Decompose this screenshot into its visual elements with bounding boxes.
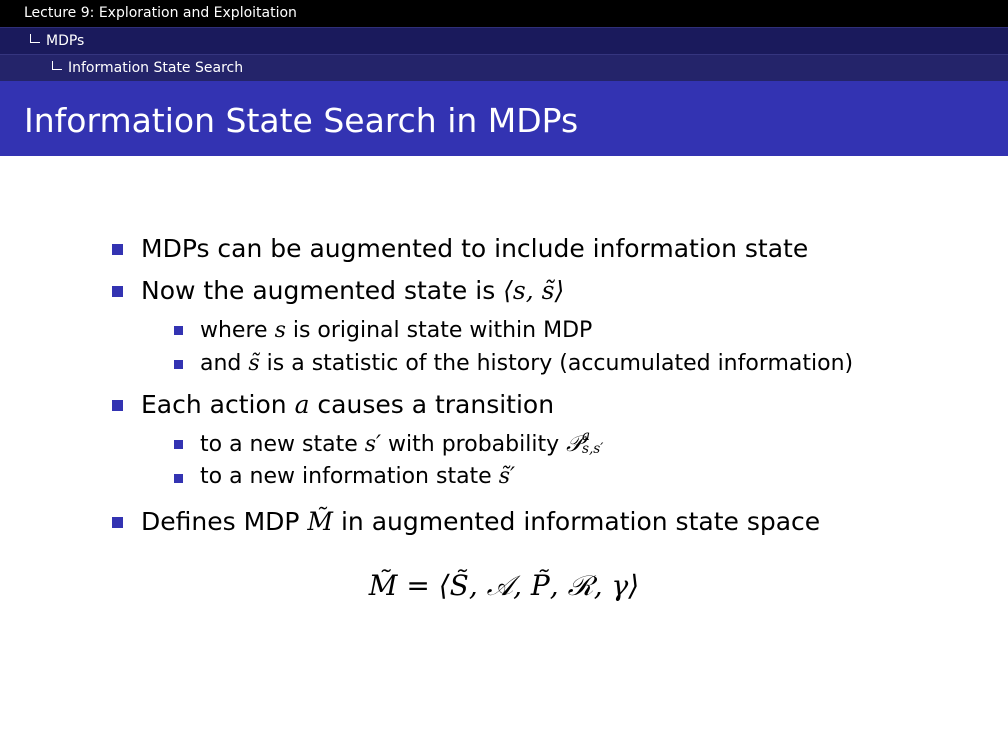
- bullet-square-icon: [112, 244, 123, 255]
- breadcrumb-lecture[interactable]: Lecture 9: Exploration and Exploitation: [0, 0, 1008, 27]
- bullet-square-icon: [174, 440, 183, 449]
- bullet-square-icon: [174, 474, 183, 483]
- breadcrumb-lecture-label: Lecture 9: Exploration and Exploitation: [24, 5, 297, 21]
- text-fragment: and: [200, 351, 249, 376]
- math-subscript: s,s′: [581, 441, 604, 458]
- math-sup-sub: a s,s′: [582, 428, 613, 458]
- tree-elbow-icon: [52, 61, 62, 70]
- augmented-mdp-equation: M̃ = ⟨S̃, 𝒜, P̃, ℛ, γ⟩: [0, 568, 1008, 604]
- tree-elbow-icon: [30, 34, 40, 43]
- sub-bullet-original-state: where s is original state within MDP: [200, 317, 592, 345]
- breadcrumb-section-label: MDPs: [46, 33, 85, 49]
- slide-title-bar: Information State Search in MDPs: [0, 81, 1008, 156]
- text-fragment: causes a transition: [309, 390, 555, 419]
- math-var-m-tilde: M̃: [307, 507, 334, 536]
- math-script-p: 𝒫: [566, 432, 582, 457]
- breadcrumb-section[interactable]: MDPs: [0, 27, 1008, 54]
- text-fragment: in augmented information state space: [333, 507, 821, 536]
- breadcrumb-subsection[interactable]: Information State Search: [0, 54, 1008, 81]
- bullet-square-icon: [112, 286, 123, 297]
- bullet-square-icon: [174, 360, 183, 369]
- math-transition-probability: 𝒫a s,s′: [566, 428, 613, 458]
- math-var-a: a: [294, 390, 310, 419]
- text-fragment: Each action: [141, 390, 295, 419]
- math-var-s-tilde-prime: s̃′: [498, 464, 516, 489]
- bullet-square-icon: [112, 400, 123, 411]
- bullet-action-transition: Each action a causes a transition: [141, 390, 554, 420]
- text-fragment: to a new information state: [200, 464, 499, 489]
- text-fragment: where: [200, 318, 275, 343]
- text-fragment: with probability: [381, 432, 567, 457]
- bullet-square-icon: [174, 326, 183, 335]
- math-var-s-tilde: s̃: [248, 351, 260, 376]
- bullet-augmented-mdp: MDPs can be augmented to include informa…: [141, 234, 809, 263]
- math-var-s: s: [274, 318, 286, 343]
- bullet-defines-mdp: Defines MDP M̃ in augmented information …: [141, 507, 820, 537]
- text-fragment: to a new state: [200, 432, 365, 457]
- augmented-state-math: ⟨s, s̃⟩: [503, 276, 565, 305]
- breadcrumb-subsection-label: Information State Search: [68, 60, 244, 76]
- bullet-square-icon: [112, 517, 123, 528]
- sub-bullet-history-statistic: and s̃ is a statistic of the history (ac…: [200, 350, 853, 378]
- sub-bullet-new-state: to a new state s′ with probability 𝒫a s,s…: [200, 428, 613, 459]
- slide-title: Information State Search in MDPs: [24, 101, 579, 140]
- bullet-augmented-state: Now the augmented state is ⟨s, s̃⟩: [141, 276, 564, 306]
- breadcrumb: Lecture 9: Exploration and Exploitation …: [0, 0, 1008, 81]
- text-fragment: is a statistic of the history (accumulat…: [259, 351, 854, 376]
- slide-body: MDPs can be augmented to include informa…: [0, 156, 1008, 756]
- sub-bullet-new-information-state: to a new information state s̃′: [200, 463, 515, 491]
- equation-math: M̃ = ⟨S̃, 𝒜, P̃, ℛ, γ⟩: [368, 569, 640, 602]
- text-fragment: is original state within MDP: [285, 318, 593, 343]
- math-var-s-prime: s′: [364, 432, 382, 457]
- bullet-augmented-state-text: Now the augmented state is: [141, 276, 504, 305]
- text-fragment: Defines MDP: [141, 507, 308, 536]
